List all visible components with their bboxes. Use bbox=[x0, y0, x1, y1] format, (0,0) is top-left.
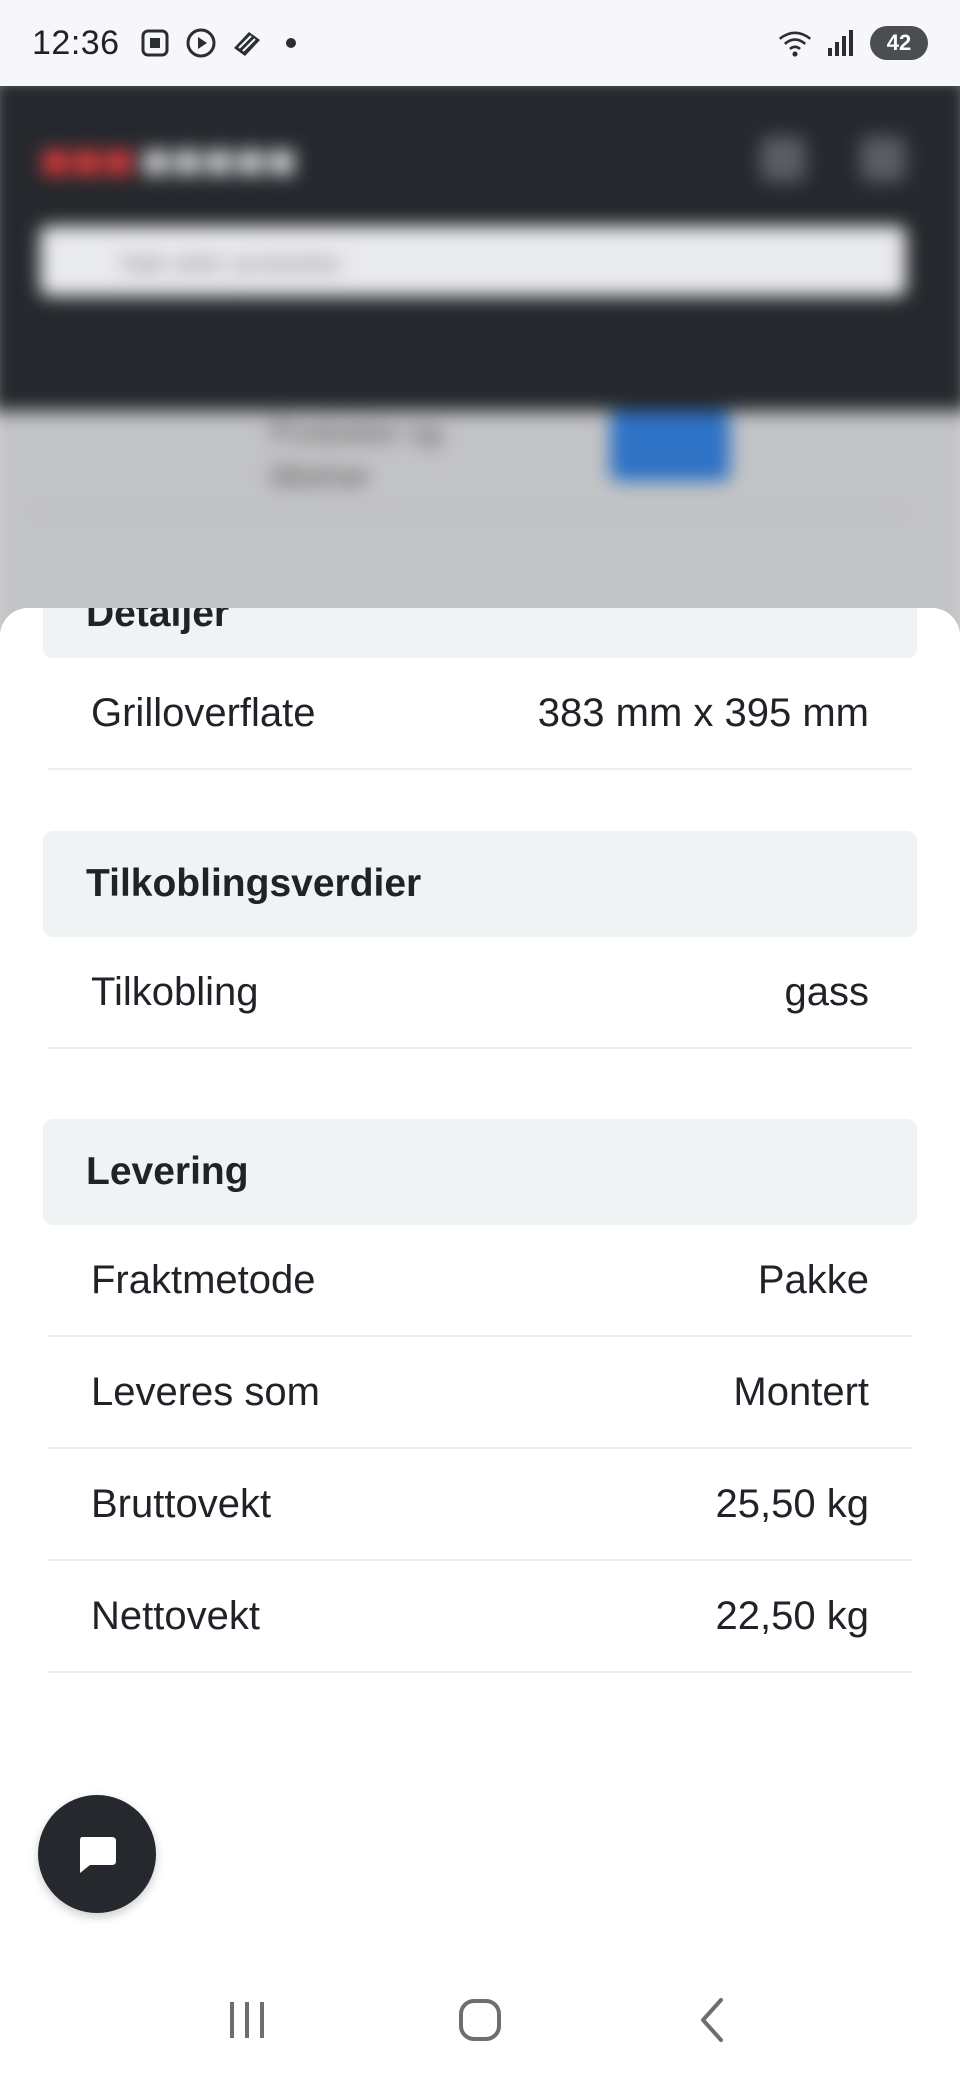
back-icon bbox=[701, 1998, 724, 2042]
spec-label: Bruttovekt bbox=[91, 1481, 272, 1526]
chat-button[interactable] bbox=[38, 1795, 156, 1913]
home-icon bbox=[458, 1999, 501, 2041]
wifi-icon bbox=[778, 26, 812, 60]
background-page: ■■■ ■■■■■ Søk etter produkter Produkter o… bbox=[0, 86, 960, 646]
spec-row: Fraktmetode Pakke bbox=[48, 1225, 912, 1337]
section-header-connection: Tilkoblingsverdier bbox=[43, 831, 917, 937]
bg-blue-button bbox=[610, 411, 730, 481]
bg-text-block: Produkter og tilbehør bbox=[270, 416, 442, 493]
bg-menu-icon bbox=[860, 136, 906, 182]
spec-value: gass bbox=[784, 969, 870, 1014]
bg-divider bbox=[30, 511, 910, 513]
spec-value: 383 mm x 395 mm bbox=[537, 690, 869, 735]
spec-label: Leveres som bbox=[91, 1369, 320, 1414]
spec-value: Montert bbox=[733, 1369, 869, 1414]
chat-icon bbox=[80, 1837, 116, 1873]
spec-label: Tilkobling bbox=[91, 969, 259, 1014]
navigation-bar bbox=[0, 1960, 960, 2080]
spec-row: Leveres som Montert bbox=[48, 1337, 912, 1449]
status-right-icons: 42 bbox=[778, 26, 928, 60]
recent-apps-icon bbox=[229, 2002, 264, 2038]
bg-header: ■■■ ■■■■■ Søk etter produkter bbox=[0, 86, 960, 411]
spec-row: Bruttovekt 25,50 kg bbox=[48, 1449, 912, 1561]
spec-value: Pakke bbox=[757, 1257, 869, 1302]
spec-row: Tilkobling gass bbox=[48, 937, 912, 1049]
bg-search-placeholder: Søk etter produkter bbox=[120, 248, 343, 278]
section-header-delivery: Levering bbox=[43, 1119, 917, 1225]
battery-indicator: 42 bbox=[870, 26, 928, 60]
status-time: 12:36 bbox=[32, 23, 120, 62]
play-circle-icon bbox=[184, 26, 218, 60]
back-button[interactable] bbox=[673, 1980, 753, 2060]
status-left-icons bbox=[138, 26, 296, 60]
status-bar: 12:36 42 bbox=[0, 0, 960, 86]
recent-apps-button[interactable] bbox=[207, 1980, 287, 2060]
section-header-details: Detaljer bbox=[43, 608, 917, 658]
spec-label: Grilloverflate bbox=[91, 690, 316, 735]
spec-row: Nettovekt 22,50 kg bbox=[48, 1561, 912, 1673]
spec-value: 22,50 kg bbox=[715, 1593, 869, 1638]
spec-label: Nettovekt bbox=[91, 1593, 260, 1638]
signal-icon bbox=[824, 26, 858, 60]
notification-dot-icon bbox=[285, 38, 296, 48]
spec-value: 25,50 kg bbox=[715, 1481, 869, 1526]
spec-label: Fraktmetode bbox=[91, 1257, 316, 1302]
bg-search-input: Søk etter produkter bbox=[40, 226, 906, 296]
home-button[interactable] bbox=[440, 1980, 520, 2060]
spec-row: Grilloverflate 383 mm x 395 mm bbox=[48, 658, 912, 770]
app-icon bbox=[230, 26, 264, 60]
screenshot-icon bbox=[138, 26, 172, 60]
bg-logo: ■■■ ■■■■■ bbox=[40, 132, 298, 190]
bg-cart-icon bbox=[760, 136, 806, 182]
